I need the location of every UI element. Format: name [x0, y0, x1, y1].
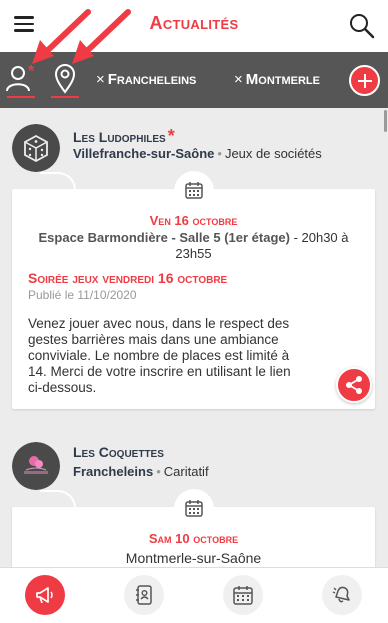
- remove-filter-icon[interactable]: ×: [96, 71, 105, 88]
- remove-filter-icon[interactable]: ×: [234, 71, 243, 88]
- news-feed[interactable]: Les Ludophiles * Villefranche-sur-Saône • J…: [0, 108, 388, 567]
- scrollbar[interactable]: [384, 110, 387, 132]
- event-card[interactable]: Ven 16 octobre Espace Barmondière - Sall…: [12, 171, 375, 409]
- event-card[interactable]: Sam 10 octobre Montmerle-sur-Saône: [12, 489, 375, 567]
- organization-avatar: [12, 442, 60, 490]
- organization-name: Les Ludophiles *: [73, 126, 175, 146]
- search-icon[interactable]: [348, 12, 376, 40]
- filter-bar: * × Francheleins × Montmerle: [0, 52, 388, 108]
- filter-chip-francheleins[interactable]: × Francheleins: [96, 71, 196, 88]
- notifications-icon: [332, 586, 350, 603]
- organization-meta: Villefranche-sur-Saône • Jeux de sociétés: [73, 146, 322, 161]
- organization-category: Caritatif: [163, 464, 209, 479]
- filter-chip-label: Montmerle: [245, 71, 320, 88]
- event-title: Soirée jeux vendredi 16 octobre: [28, 270, 228, 286]
- add-filter-button[interactable]: [349, 65, 380, 96]
- event-published-date: Publié le 11/10/2020: [28, 288, 137, 302]
- event-date: Sam 10 octobre: [148, 531, 239, 546]
- calendar-badge-icon: [173, 171, 214, 211]
- share-icon: [346, 376, 362, 394]
- bottom-navigation: [0, 567, 388, 623]
- nav-news[interactable]: [25, 575, 65, 615]
- event-date: Ven 16 octobre: [149, 213, 238, 228]
- organization-meta: Francheleins • Caritatif: [73, 464, 209, 479]
- organization-city: Villefranche-sur-Saône: [73, 146, 215, 161]
- organization-name: Les Coquettes: [73, 444, 164, 460]
- calendar-icon: [233, 586, 253, 605]
- location-filter-icon[interactable]: [48, 62, 82, 98]
- nav-notifications[interactable]: [322, 575, 362, 615]
- nav-contacts[interactable]: [124, 575, 164, 615]
- organization-city: Francheleins: [73, 464, 154, 479]
- event-location: Espace Barmondière - Salle 5 (1er étage)…: [38, 230, 349, 261]
- filter-chip-montmerle[interactable]: × Montmerle: [234, 71, 320, 88]
- page-title: Actualités: [149, 13, 239, 33]
- user-filter-icon[interactable]: *: [4, 62, 38, 98]
- filter-chip-label: Francheleins: [107, 71, 197, 88]
- event-description: Venez jouer avec nous, dans le respect d…: [28, 316, 291, 395]
- app-root: Actualités * × Francheleins × Montmerle …: [0, 0, 388, 623]
- organization-category: Jeux de sociétés: [224, 146, 322, 161]
- calendar-badge-icon: [173, 489, 214, 529]
- event-location: Montmerle-sur-Saône: [125, 550, 262, 566]
- svg-text:*: *: [28, 63, 35, 80]
- nav-calendar[interactable]: [223, 575, 263, 615]
- favorite-star-icon: *: [167, 126, 175, 146]
- megaphone-icon: [36, 587, 53, 604]
- organization-avatar: [12, 124, 60, 172]
- top-app-bar: Actualités: [0, 0, 388, 52]
- share-button[interactable]: [336, 367, 372, 403]
- contacts-icon: [136, 585, 152, 605]
